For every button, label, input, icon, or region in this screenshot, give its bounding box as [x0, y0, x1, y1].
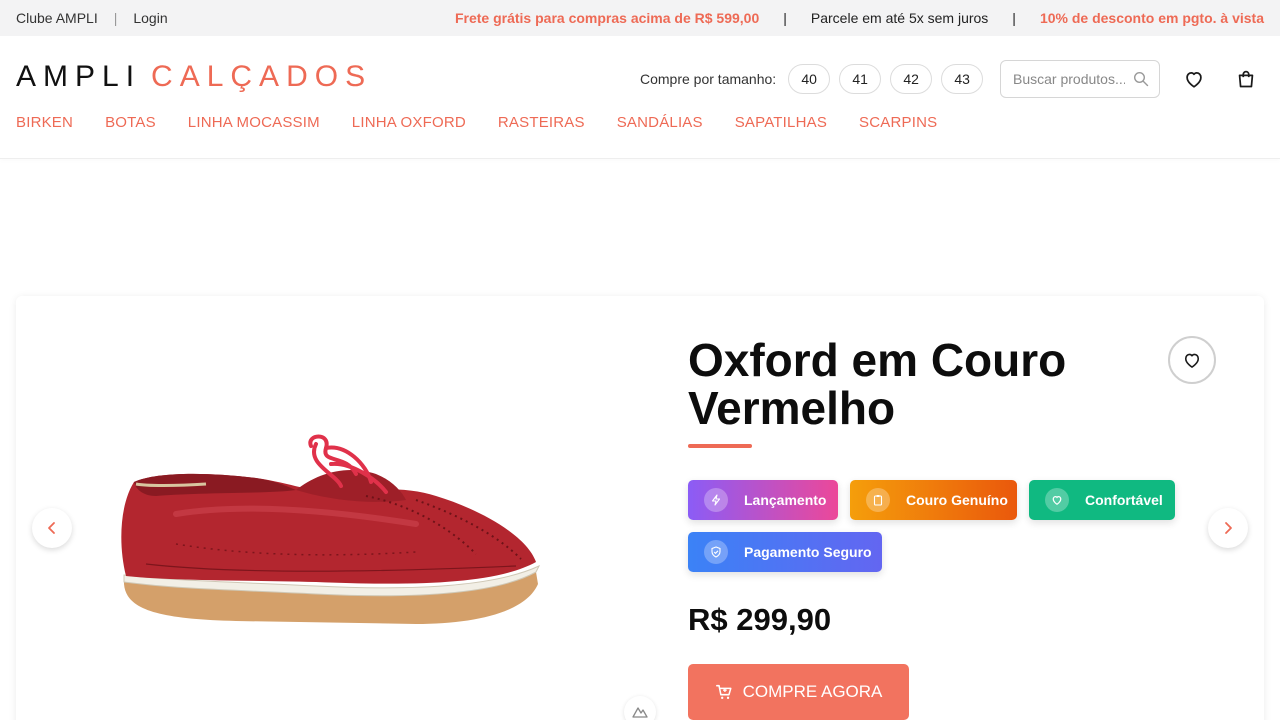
badge-label: Pagamento Seguro [744, 544, 872, 560]
login-link[interactable]: Login [133, 10, 167, 26]
devtools-badge[interactable] [624, 696, 656, 720]
nav-item-rasteiras[interactable]: RASTEIRAS [498, 114, 585, 131]
lightning-icon [704, 488, 728, 512]
search-box [1000, 60, 1160, 98]
size-43-button[interactable]: 43 [941, 64, 984, 94]
nav-item-sapatilhas[interactable]: SAPATILHAS [735, 114, 827, 131]
buy-now-label: COMPRE AGORA [742, 682, 883, 701]
cart-icon [715, 684, 732, 700]
clipboard-icon [866, 488, 890, 512]
shopping-bag-icon[interactable] [1235, 68, 1257, 90]
heart-icon [1045, 488, 1069, 512]
shop-by-size: Compre por tamanho: 40 41 42 43 [640, 64, 992, 94]
promo-installments: Parcele em até 5x sem juros [810, 10, 989, 26]
badge-label: Couro Genuíno [906, 492, 1008, 508]
top-bar-separator: | [113, 10, 118, 26]
promo-divider: | [1012, 10, 1016, 26]
site-logo[interactable]: AMPLI CALÇADOS [16, 60, 372, 94]
size-40-button[interactable]: 40 [788, 64, 831, 94]
product-price: R$ 299,90 [688, 602, 832, 637]
mountain-icon [632, 707, 648, 718]
buy-now-button[interactable]: COMPRE AGORA [688, 664, 909, 720]
chevron-left-icon [48, 522, 55, 534]
nav-item-linha-mocassim[interactable]: LINHA MOCASSIM [188, 114, 320, 131]
heart-icon [1184, 353, 1200, 368]
logo-primary-text: AMPLI [16, 60, 142, 93]
badge-couro-genuino: Couro Genuíno [850, 480, 1017, 520]
nav-item-scarpins[interactable]: SCARPINS [859, 114, 937, 131]
heart-icon[interactable] [1183, 68, 1205, 90]
product-card: Oxford em Couro Vermelho Lançamento Cour… [16, 296, 1264, 720]
badge-label: Lançamento [744, 492, 827, 508]
club-ampli-link[interactable]: Clube AMPLI [16, 10, 98, 26]
site-header: AMPLI CALÇADOS Compre por tamanho: 40 41 … [0, 36, 1280, 159]
nav-item-botas[interactable]: BOTAS [105, 114, 156, 131]
carousel-prev-button[interactable] [32, 508, 72, 548]
top-bar-links: Clube AMPLI | Login [16, 0, 168, 36]
chevron-right-icon [1225, 522, 1232, 534]
size-42-button[interactable]: 42 [890, 64, 933, 94]
badge-lancamento: Lançamento [688, 480, 838, 520]
top-bar: Clube AMPLI | Login Frete grátis para co… [0, 0, 1280, 36]
search-icon[interactable] [1133, 71, 1149, 87]
size-41-button[interactable]: 41 [839, 64, 882, 94]
product-image [121, 434, 541, 624]
search-input[interactable] [1013, 71, 1125, 87]
promo-divider: | [783, 10, 787, 26]
product-title: Oxford em Couro Vermelho [688, 334, 1067, 434]
promo-free-shipping: Frete grátis para compras acima de R$ 59… [454, 10, 760, 26]
shop-by-size-label: Compre por tamanho: [640, 71, 777, 87]
carousel-next-button[interactable] [1208, 508, 1248, 548]
add-to-favorites-button[interactable] [1168, 336, 1216, 384]
badge-pagamento-seguro: Pagamento Seguro [688, 532, 882, 572]
badge-confortavel: Confortável [1029, 480, 1175, 520]
nav-item-linha-oxford[interactable]: LINHA OXFORD [352, 114, 466, 131]
nav-item-birken[interactable]: BIRKEN [16, 114, 73, 131]
nav-item-sandalias[interactable]: SANDÁLIAS [617, 114, 703, 131]
logo-secondary-text: CALÇADOS [151, 60, 373, 93]
category-nav: BIRKEN BOTAS LINHA MOCASSIM LINHA OXFORD… [16, 114, 969, 131]
top-bar-promos: Frete grátis para compras acima de R$ 59… [455, 0, 1264, 36]
title-underline [688, 444, 752, 448]
badge-label: Confortável [1085, 492, 1163, 508]
shield-icon [704, 540, 728, 564]
promo-cash-discount: 10% de desconto em pgto. à vista [1039, 10, 1264, 26]
